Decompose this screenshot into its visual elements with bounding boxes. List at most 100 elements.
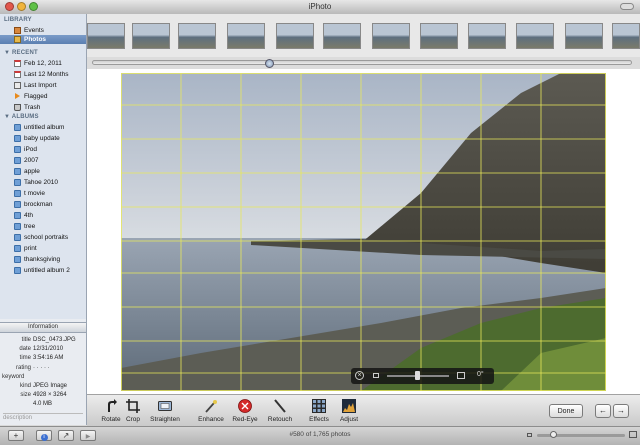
description-field[interactable]: description <box>3 415 32 421</box>
adjust-button[interactable]: Adjust <box>331 398 367 425</box>
toolbar-toggle-button[interactable] <box>620 3 634 10</box>
info-row-title[interactable]: title DSC_0473.JPG <box>0 336 86 344</box>
photo-thumbnail[interactable] <box>132 23 170 49</box>
photo-thumbnail[interactable] <box>227 23 265 49</box>
album-icon <box>14 245 21 252</box>
info-row-filesize: 4.0 MB <box>33 401 53 407</box>
sidebar-item-last-12-months[interactable]: Last 12 Months <box>0 70 86 79</box>
photos-icon <box>14 36 21 43</box>
photo-thumbnail[interactable] <box>565 23 603 49</box>
photo-thumbnail[interactable] <box>323 23 361 49</box>
album-icon <box>14 168 21 175</box>
straighten-grid-overlay <box>121 73 606 391</box>
photo-thumbnail[interactable] <box>87 23 125 49</box>
photo-thumbnail[interactable] <box>516 23 554 49</box>
sidebar-item-album[interactable]: school portraits <box>0 233 86 242</box>
enhance-button[interactable]: Enhance <box>193 398 229 425</box>
photo-thumbnail[interactable] <box>276 23 314 49</box>
album-icon <box>14 190 21 197</box>
sidebar-item-feb-12-2011[interactable]: Feb 12, 2011 <box>0 59 86 68</box>
photo-thumbnail[interactable] <box>612 23 640 49</box>
album-icon <box>14 223 21 230</box>
rotate-left-image-icon <box>373 373 379 378</box>
info-row-time[interactable]: time 3:54:16 AM <box>0 354 86 362</box>
scroll-knob[interactable] <box>265 59 274 68</box>
sidebar-item-last-import[interactable]: Last Import <box>0 81 86 90</box>
scroll-track[interactable] <box>92 59 632 68</box>
effects-icon <box>312 399 326 413</box>
straighten-hud: × 0° <box>351 368 494 384</box>
calendar-icon <box>14 60 21 67</box>
events-icon <box>14 27 21 34</box>
zoom-out-icon[interactable] <box>527 433 532 437</box>
close-hud-icon[interactable]: × <box>355 371 364 380</box>
information-pane: Information title DSC_0473.JPG date 12/31/… <box>0 319 87 425</box>
sidebar-item-trash[interactable]: Trash <box>0 103 86 112</box>
retouch-icon <box>274 399 286 413</box>
straighten-degrees: 0° <box>477 371 484 378</box>
info-row-size: size 4928 × 3264 <box>20 392 67 398</box>
crop-button[interactable]: Crop <box>115 398 151 425</box>
sidebar-item-events[interactable]: Events <box>0 26 86 35</box>
section-header-albums[interactable]: ▼ ALBUMS <box>4 114 39 120</box>
info-row-keyword[interactable]: keyword <box>0 373 86 381</box>
done-button[interactable]: Done <box>549 404 583 418</box>
sidebar-item-album[interactable]: tree <box>0 222 86 231</box>
next-photo-button[interactable]: → <box>613 404 629 418</box>
album-icon <box>14 146 21 153</box>
import-icon <box>14 82 21 89</box>
edited-photo[interactable] <box>121 73 606 391</box>
sidebar-item-flagged[interactable]: Flagged <box>0 92 86 101</box>
straighten-slider-knob[interactable] <box>415 371 420 380</box>
disclosure-triangle-icon: ▼ <box>4 50 11 56</box>
zoom-in-icon[interactable] <box>629 431 637 438</box>
sidebar-item-album[interactable]: baby update <box>0 134 86 143</box>
retouch-button[interactable]: Retouch <box>262 398 298 425</box>
sidebar-item-album[interactable]: 4th <box>0 211 86 220</box>
sidebar-item-album[interactable]: 2007 <box>0 156 86 165</box>
section-header-recent[interactable]: ▼ RECENT <box>4 50 38 56</box>
album-icon <box>14 267 21 274</box>
information-header[interactable]: Information <box>0 322 86 333</box>
source-list: LIBRARY Events Photos ▼ RECENT Feb 12, 2… <box>0 14 87 319</box>
section-header-library: LIBRARY <box>4 17 32 23</box>
sidebar-item-photos[interactable]: Photos <box>0 35 86 44</box>
info-row-rating[interactable]: rating · · · · · <box>0 364 86 372</box>
adjust-icon <box>342 399 356 413</box>
sidebar-item-album[interactable]: apple <box>0 167 86 176</box>
info-row-date[interactable]: date 12/31/2010 <box>0 345 86 353</box>
album-icon <box>14 157 21 164</box>
album-icon <box>14 234 21 241</box>
sidebar-item-album[interactable]: print <box>0 244 86 253</box>
window-title: iPhoto <box>308 2 332 11</box>
straighten-button[interactable]: Straighten <box>147 398 183 425</box>
album-icon <box>14 212 21 219</box>
title-bar: iPhoto <box>0 0 640 15</box>
arrow-right-icon: → <box>617 406 625 415</box>
divider <box>3 413 83 414</box>
arrow-left-icon: ← <box>599 406 607 415</box>
photo-thumbnail[interactable] <box>468 23 506 49</box>
zoom-slider-knob[interactable] <box>549 431 557 438</box>
photo-thumbnail[interactable] <box>372 23 410 49</box>
red-eye-icon <box>238 399 252 413</box>
sidebar-item-album[interactable]: thanksgiving <box>0 255 86 264</box>
sidebar-item-album[interactable]: Tahoe 2010 <box>0 178 86 187</box>
info-row-kind: kind JPEG Image <box>19 383 68 389</box>
rotate-right-image-icon <box>457 372 465 379</box>
photo-thumbnail[interactable] <box>178 23 216 49</box>
sidebar-item-album[interactable]: iPod <box>0 145 86 154</box>
calendar-icon <box>14 71 21 78</box>
edit-toolbar: Rotate Crop Straighten Enhance Red-Eye R… <box>87 394 640 427</box>
album-icon <box>14 179 21 186</box>
thumbnail-strip <box>87 14 640 58</box>
red-eye-button[interactable]: Red-Eye <box>227 398 263 425</box>
sidebar-item-album[interactable]: brockman <box>0 200 86 209</box>
sidebar-item-album[interactable]: untitled album 2 <box>0 266 86 275</box>
album-icon <box>14 135 21 142</box>
previous-photo-button[interactable]: ← <box>595 404 611 418</box>
sidebar-item-album[interactable]: untitled album <box>0 123 86 132</box>
sidebar-item-album[interactable]: t movie <box>0 189 86 198</box>
photo-thumbnail[interactable] <box>420 23 458 49</box>
status-bar: + i ↗ ▶ #580 of 1,765 photos <box>0 426 640 445</box>
